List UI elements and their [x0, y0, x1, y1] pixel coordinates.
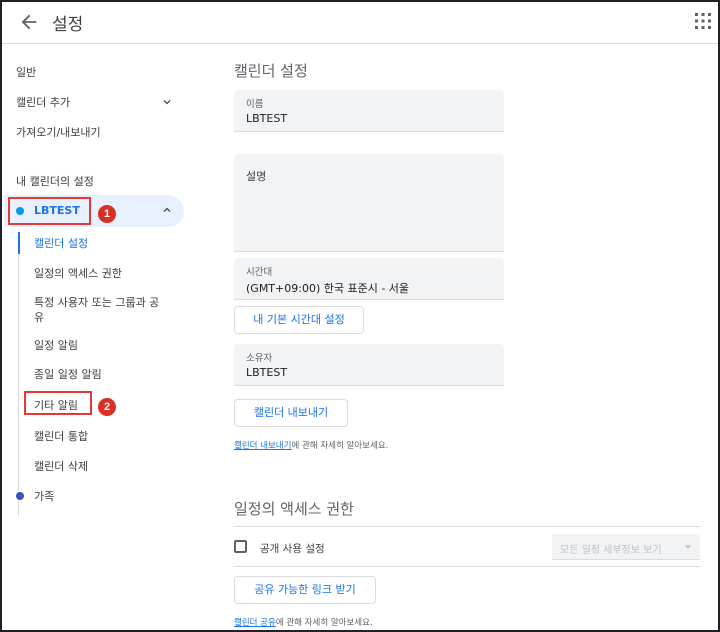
description-field[interactable]: 설명: [234, 154, 504, 252]
apps-grid-icon[interactable]: [694, 12, 712, 30]
sidebar-subitem-share[interactable]: 특정 사용자 또는 그룹과 공: [34, 294, 159, 310]
sidebar-subitem-calendar-settings[interactable]: 캘린더 설정: [34, 235, 88, 251]
name-field-label: 이름: [246, 99, 264, 110]
export-help-text: 캘린더 내보내기에 관해 자세히 알아보세요.: [234, 439, 388, 451]
page-title: 설정: [52, 15, 84, 35]
step-badge-2: 2: [98, 398, 116, 416]
sidebar-item-add-calendar[interactable]: 캘린더 추가: [16, 94, 70, 110]
access-row-divider: [234, 566, 700, 567]
name-field-value[interactable]: LBTEST: [246, 112, 287, 125]
settings-main: 캘린더 설정 이름 LBTEST 설명 시간대 (GMT+09:00) 한국 표…: [212, 44, 718, 630]
sidebar-item-general[interactable]: 일반: [16, 64, 36, 80]
top-bar: 설정: [2, 2, 718, 44]
name-field[interactable]: 이름 LBTEST: [234, 90, 504, 132]
chevron-down-icon[interactable]: [160, 95, 174, 109]
dropdown-arrow-icon: [684, 545, 692, 549]
owner-field: 소유자 LBTEST: [234, 344, 504, 386]
sidebar-subitem-event-notifications[interactable]: 일정 알림: [34, 337, 78, 353]
settings-sidebar: 일반 캘린더 추가 가져오기/내보내기 내 캘린더의 설정 LBTEST 1 캘…: [2, 44, 212, 630]
default-timezone-button[interactable]: 내 기본 시간대 설정: [234, 306, 364, 334]
submenu-active-indicator: [18, 232, 20, 254]
highlight-box-calendar: [8, 197, 91, 225]
timezone-field-value[interactable]: (GMT+09:00) 한국 표준시 - 서울: [246, 280, 409, 296]
my-calendars-heading: 내 캘린더의 설정: [16, 175, 94, 188]
access-divider: [234, 526, 700, 527]
calendar-settings-title: 캘린더 설정: [234, 62, 308, 80]
sidebar-subitem-share-cont[interactable]: 유: [34, 309, 44, 325]
share-help-link[interactable]: 캘린더 공유: [234, 618, 276, 628]
public-access-select-value: 모든 일정 세부정보 보기: [560, 545, 662, 556]
public-checkbox[interactable]: [234, 540, 247, 553]
sidebar-subitem-delete[interactable]: 캘린더 삭제: [34, 458, 88, 474]
public-checkbox-label: 공개 사용 설정: [260, 543, 325, 555]
family-color-dot: [16, 492, 24, 500]
sidebar-item-family[interactable]: 가족: [34, 488, 54, 504]
timezone-field-label: 시간대: [246, 267, 273, 278]
owner-field-value: LBTEST: [246, 366, 288, 379]
public-access-select[interactable]: 모든 일정 세부정보 보기: [552, 534, 700, 560]
export-help-suffix: 에 관해 자세히 알아보세요.: [291, 441, 389, 451]
sidebar-subitem-access[interactable]: 일정의 액세스 권한: [34, 265, 122, 281]
access-section-title: 일정의 액세스 권한: [234, 500, 354, 518]
description-field-label: 설명: [246, 170, 267, 183]
sidebar-subitem-allday-notifications[interactable]: 종일 일정 알림: [34, 366, 102, 382]
submenu-guide-line: [18, 232, 19, 517]
back-arrow-icon[interactable]: [18, 11, 40, 33]
share-help-suffix: 에 관해 자세히 알아보세요.: [275, 618, 373, 628]
step-badge-1: 1: [98, 205, 116, 223]
shareable-link-button[interactable]: 공유 가능한 링크 받기: [234, 576, 376, 604]
owner-field-label: 소유자: [246, 353, 273, 364]
highlight-box-other-notifications: [24, 391, 92, 415]
export-calendar-button[interactable]: 캘린더 내보내기: [234, 399, 348, 427]
sidebar-item-import-export[interactable]: 가져오기/내보내기: [16, 124, 101, 140]
timezone-field[interactable]: 시간대 (GMT+09:00) 한국 표준시 - 서울: [234, 258, 504, 300]
sidebar-subitem-integration[interactable]: 캘린더 통합: [34, 428, 88, 444]
chevron-up-icon[interactable]: [160, 203, 174, 217]
export-help-link[interactable]: 캘린더 내보내기: [234, 441, 291, 451]
share-help-text: 캘린더 공유에 관해 자세히 알아보세요.: [234, 616, 373, 628]
